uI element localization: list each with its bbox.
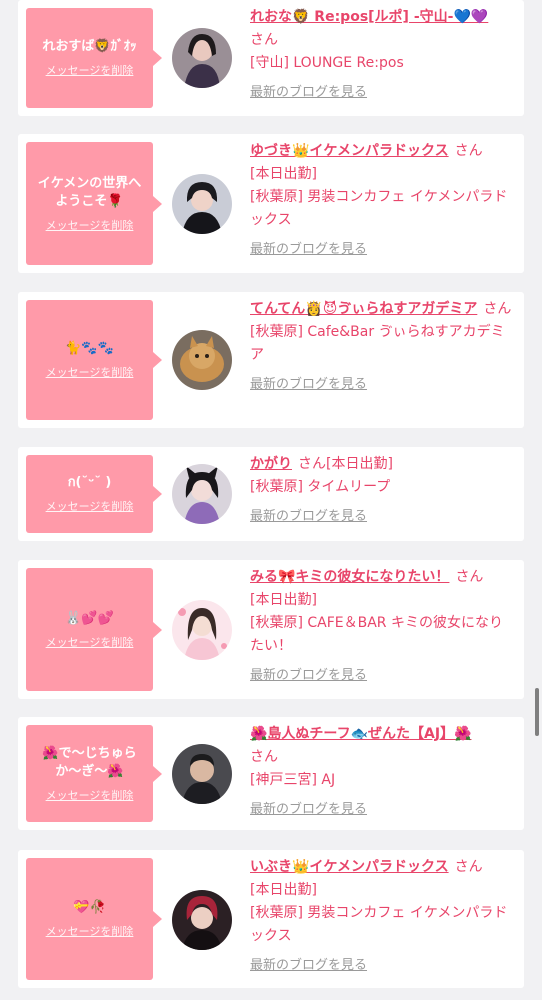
avatar[interactable]	[172, 464, 232, 524]
list-item: イケメンの世界へようこそ🌹 メッセージを削除 ゆづき👑イケメンパラドックス さん …	[18, 134, 524, 273]
message-bubble: 🐰💕💕 メッセージを削除	[26, 568, 162, 691]
message-bubble: 🐈🐾🐾 メッセージを削除	[26, 300, 162, 420]
delete-message-link[interactable]: メッセージを削除	[46, 923, 134, 939]
delete-message-link[interactable]: メッセージを削除	[46, 217, 134, 233]
cast-name-link[interactable]: かがり	[250, 456, 292, 472]
cast-info: いぶき👑イケメンパラドックス さん [本日出勤] [秋葉原] 男装コンカフェ イケ…	[250, 856, 514, 977]
delete-message-link[interactable]: メッセージを削除	[46, 634, 134, 650]
delete-message-link[interactable]: メッセージを削除	[46, 498, 134, 514]
attendance-label: [本日出勤]	[326, 456, 393, 472]
latest-blog-link[interactable]: 最新のブログを見る	[250, 81, 367, 104]
delete-message-link[interactable]: メッセージを削除	[46, 364, 134, 380]
avatar[interactable]	[172, 174, 232, 234]
list-item: 🐰💕💕 メッセージを削除 みる🎀キミの彼女になりたい！ さん [本日出勤] [秋葉…	[18, 560, 524, 699]
avatar[interactable]	[172, 28, 232, 88]
shop-name: [守山] LOUNGE Re:pos	[250, 55, 404, 71]
latest-blog-link[interactable]: 最新のブログを見る	[250, 373, 367, 396]
attendance-label: [本日出勤]	[250, 882, 317, 898]
shop-name: [秋葉原] CAFE＆BAR キミの彼女になりたい！	[250, 615, 503, 654]
san-label: さん	[455, 569, 484, 585]
cast-info: 🌺島人ぬチーフ🐟ぜんた【AJ】🌺 さん [神戸三宮] AJ 最新のブログを見る	[250, 723, 514, 821]
list-item: ก(˘ᵕ˘ ) メッセージを削除 かがり さん[本日出勤] [秋葉原] タイムリー…	[18, 447, 524, 541]
cast-info: みる🎀キミの彼女になりたい！ さん [本日出勤] [秋葉原] CAFE＆BAR キ…	[250, 566, 514, 687]
cast-name-link[interactable]: ゆづき👑イケメンパラドックス	[250, 143, 449, 159]
message-bubble: ก(˘ᵕ˘ ) メッセージを削除	[26, 455, 162, 533]
message-bubble: イケメンの世界へようこそ🌹 メッセージを削除	[26, 142, 162, 265]
attendance-label: [本日出勤]	[250, 592, 317, 608]
cast-name-link[interactable]: 🌺島人ぬチーフ🐟ぜんた【AJ】🌺	[250, 726, 472, 742]
latest-blog-link[interactable]: 最新のブログを見る	[250, 238, 367, 261]
message-text: ก(˘ᵕ˘ )	[67, 475, 112, 490]
shop-name: [秋葉原] 男装コンカフェ イケメンパラドックス	[250, 905, 508, 944]
latest-blog-link[interactable]: 最新のブログを見る	[250, 664, 367, 687]
cast-name-link[interactable]: てんてん👸😈ゔぃらねすアガデミア	[250, 301, 477, 317]
latest-blog-link[interactable]: 最新のブログを見る	[250, 505, 367, 528]
shop-name: [神戸三宮] AJ	[250, 772, 336, 788]
latest-blog-link[interactable]: 最新のブログを見る	[250, 954, 367, 977]
delete-message-link[interactable]: メッセージを削除	[46, 62, 134, 78]
message-text: 🐰💕💕	[65, 610, 114, 626]
cast-name-link[interactable]: れおな🦁 Re:pos[ルポ] -守山-💙💜	[250, 9, 488, 25]
san-label: さん	[298, 456, 326, 472]
list-item: 🌺で〜じちゅらか〜ぎ〜🌺 メッセージを削除 🌺島人ぬチーフ🐟ぜんた【AJ】🌺 さ…	[18, 717, 524, 830]
message-bubble: れおすば🦁ｶﾞｵｯ メッセージを削除	[26, 8, 162, 108]
avatar[interactable]	[172, 744, 232, 804]
cast-name-link[interactable]: いぶき👑イケメンパラドックス	[250, 859, 449, 875]
avatar[interactable]	[172, 890, 232, 950]
cast-name-link[interactable]: みる🎀キミの彼女になりたい！	[250, 569, 449, 585]
delete-message-link[interactable]: メッセージを削除	[46, 787, 134, 803]
san-label: さん	[250, 32, 278, 48]
latest-blog-link[interactable]: 最新のブログを見る	[250, 798, 367, 821]
san-label: さん	[454, 859, 483, 875]
message-text: 🌺で〜じちゅらか〜ぎ〜🌺	[42, 745, 137, 779]
shop-name: [秋葉原] タイムリープ	[250, 479, 391, 495]
cast-info: かがり さん[本日出勤] [秋葉原] タイムリープ 最新のブログを見る	[250, 453, 514, 528]
attendance-label: [本日出勤]	[250, 166, 317, 182]
shop-name: [秋葉原] 男装コンカフェ イケメンパラドックス	[250, 189, 508, 228]
message-text: 💝🥀	[73, 900, 106, 915]
list-item: 🐈🐾🐾 メッセージを削除 てんてん👸😈ゔぃらねすアガデミア さん [秋葉原] Ca…	[18, 292, 524, 428]
san-label: さん	[250, 749, 278, 765]
list-item: れおすば🦁ｶﾞｵｯ メッセージを削除 れおな🦁 Re:pos[ルポ] -守山-💙…	[18, 0, 524, 116]
message-bubble: 🌺で〜じちゅらか〜ぎ〜🌺 メッセージを削除	[26, 725, 162, 822]
cast-info: てんてん👸😈ゔぃらねすアガデミア さん [秋葉原] Cafe&Bar ゔぃらねすア…	[250, 298, 514, 396]
message-text: れおすば🦁ｶﾞｵｯ	[42, 39, 137, 54]
shop-name: [秋葉原] Cafe&Bar ゔぃらねすアカデミア	[250, 324, 505, 363]
list-item: 💝🥀 メッセージを削除 いぶき👑イケメンパラドックス さん [本日出勤] [秋葉原…	[18, 850, 524, 988]
message-text: イケメンの世界へようこそ🌹	[37, 175, 142, 209]
message-bubble: 💝🥀 メッセージを削除	[26, 858, 162, 980]
avatar[interactable]	[172, 600, 232, 660]
cast-info: ゆづき👑イケメンパラドックス さん [本日出勤] [秋葉原] 男装コンカフェ イケ…	[250, 140, 514, 261]
avatar[interactable]	[172, 330, 232, 390]
message-text: 🐈🐾🐾	[65, 341, 114, 356]
message-list: れおすば🦁ｶﾞｵｯ メッセージを削除 れおな🦁 Re:pos[ルポ] -守山-💙…	[0, 0, 542, 1000]
cast-info: れおな🦁 Re:pos[ルポ] -守山-💙💜 さん [守山] LOUNGE Re…	[250, 6, 514, 104]
scrollbar[interactable]	[535, 688, 539, 736]
san-label: さん	[483, 301, 512, 317]
san-label: さん	[454, 143, 483, 159]
